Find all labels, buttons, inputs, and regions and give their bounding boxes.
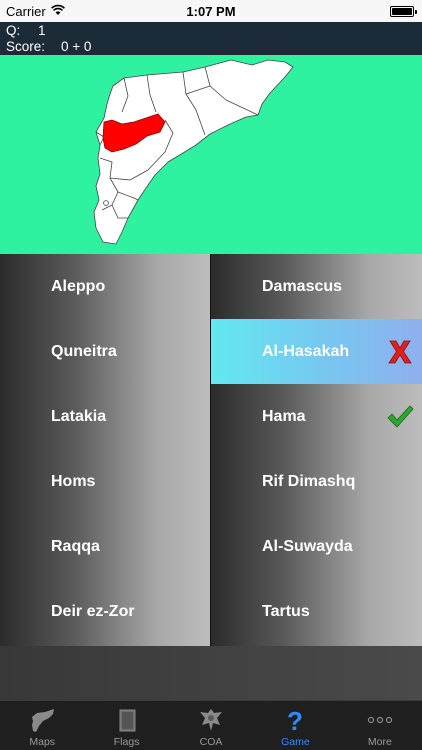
- answer-button-tartus[interactable]: Tartus: [211, 579, 422, 644]
- answer-label: Raqqa: [51, 537, 100, 555]
- empty-panel: [0, 646, 422, 700]
- question-mark-icon: ?: [287, 706, 303, 734]
- status-time: 1:07 PM: [186, 4, 236, 19]
- answer-label: Al-Hasakah: [262, 342, 350, 360]
- score-value: 0 + 0: [61, 39, 92, 54]
- game-info-header: Q: 1 Score: 0 + 0: [0, 22, 422, 55]
- answer-label: Rif Dimashq: [262, 472, 356, 490]
- more-dots-icon: [367, 716, 392, 724]
- map-silhouette-icon: [32, 709, 55, 732]
- answer-label: Deir ez-Zor: [51, 602, 135, 620]
- answer-label: Homs: [51, 472, 96, 490]
- tab-label: COA: [199, 736, 223, 748]
- answer-label: Aleppo: [51, 277, 106, 295]
- answer-label: Hama: [262, 407, 306, 425]
- answer-column-left: Aleppo Quneitra Latakia Homs Raqqa Deir …: [0, 254, 210, 646]
- tab-label: Flags: [113, 736, 140, 748]
- battery-icon: [390, 6, 417, 17]
- tab-label: Maps: [29, 736, 56, 748]
- answer-label: Al-Suwayda: [262, 537, 353, 555]
- question-label: Q:: [6, 23, 21, 38]
- answer-button-aleppo[interactable]: Aleppo: [0, 254, 210, 319]
- answer-label: Quneitra: [51, 342, 117, 360]
- coat-of-arms-icon: [200, 709, 223, 731]
- tab-maps[interactable]: Maps: [0, 701, 84, 750]
- answer-grid: Aleppo Quneitra Latakia Homs Raqqa Deir …: [0, 254, 422, 646]
- syria-outline: [93, 59, 294, 245]
- answer-button-rif-dimashq[interactable]: Rif Dimashq: [211, 449, 422, 514]
- svg-text:?: ?: [287, 706, 303, 734]
- status-bar: Carrier 1:07 PM: [0, 0, 422, 22]
- answer-button-raqqa[interactable]: Raqqa: [0, 514, 210, 579]
- answer-button-hama[interactable]: Hama: [211, 384, 422, 449]
- answer-label: Tartus: [262, 602, 310, 620]
- tab-label: Game: [281, 736, 310, 748]
- green-check-icon: [387, 404, 414, 428]
- answer-button-latakia[interactable]: Latakia: [0, 384, 210, 449]
- answer-label: Latakia: [51, 407, 107, 425]
- tab-flags[interactable]: Flags: [84, 701, 168, 750]
- red-x-icon: [388, 340, 412, 363]
- tab-label: More: [367, 736, 392, 748]
- tab-bar: Maps Flags COA ? Game More: [0, 700, 422, 750]
- answer-button-al-suwayda[interactable]: Al-Suwayda: [211, 514, 422, 579]
- answer-button-quneitra[interactable]: Quneitra: [0, 319, 210, 384]
- tab-coa[interactable]: COA: [169, 701, 253, 750]
- map-area: [0, 55, 422, 254]
- answer-button-al-hasakah[interactable]: Al-Hasakah: [211, 319, 422, 384]
- syria-map: [93, 59, 294, 245]
- answer-button-homs[interactable]: Homs: [0, 449, 210, 514]
- answer-button-deir-ez-zor[interactable]: Deir ez-Zor: [0, 579, 210, 644]
- answer-button-damascus[interactable]: Damascus: [211, 254, 422, 319]
- tab-game[interactable]: ? Game: [253, 701, 337, 750]
- answer-column-right: Damascus Al-Hasakah Hama Rif Dimashq Al-…: [211, 254, 422, 646]
- tab-more[interactable]: More: [338, 701, 422, 750]
- question-number: 1: [38, 23, 46, 38]
- answer-label: Damascus: [262, 277, 343, 295]
- flag-book-icon: [119, 709, 136, 732]
- score-label: Score:: [6, 39, 46, 54]
